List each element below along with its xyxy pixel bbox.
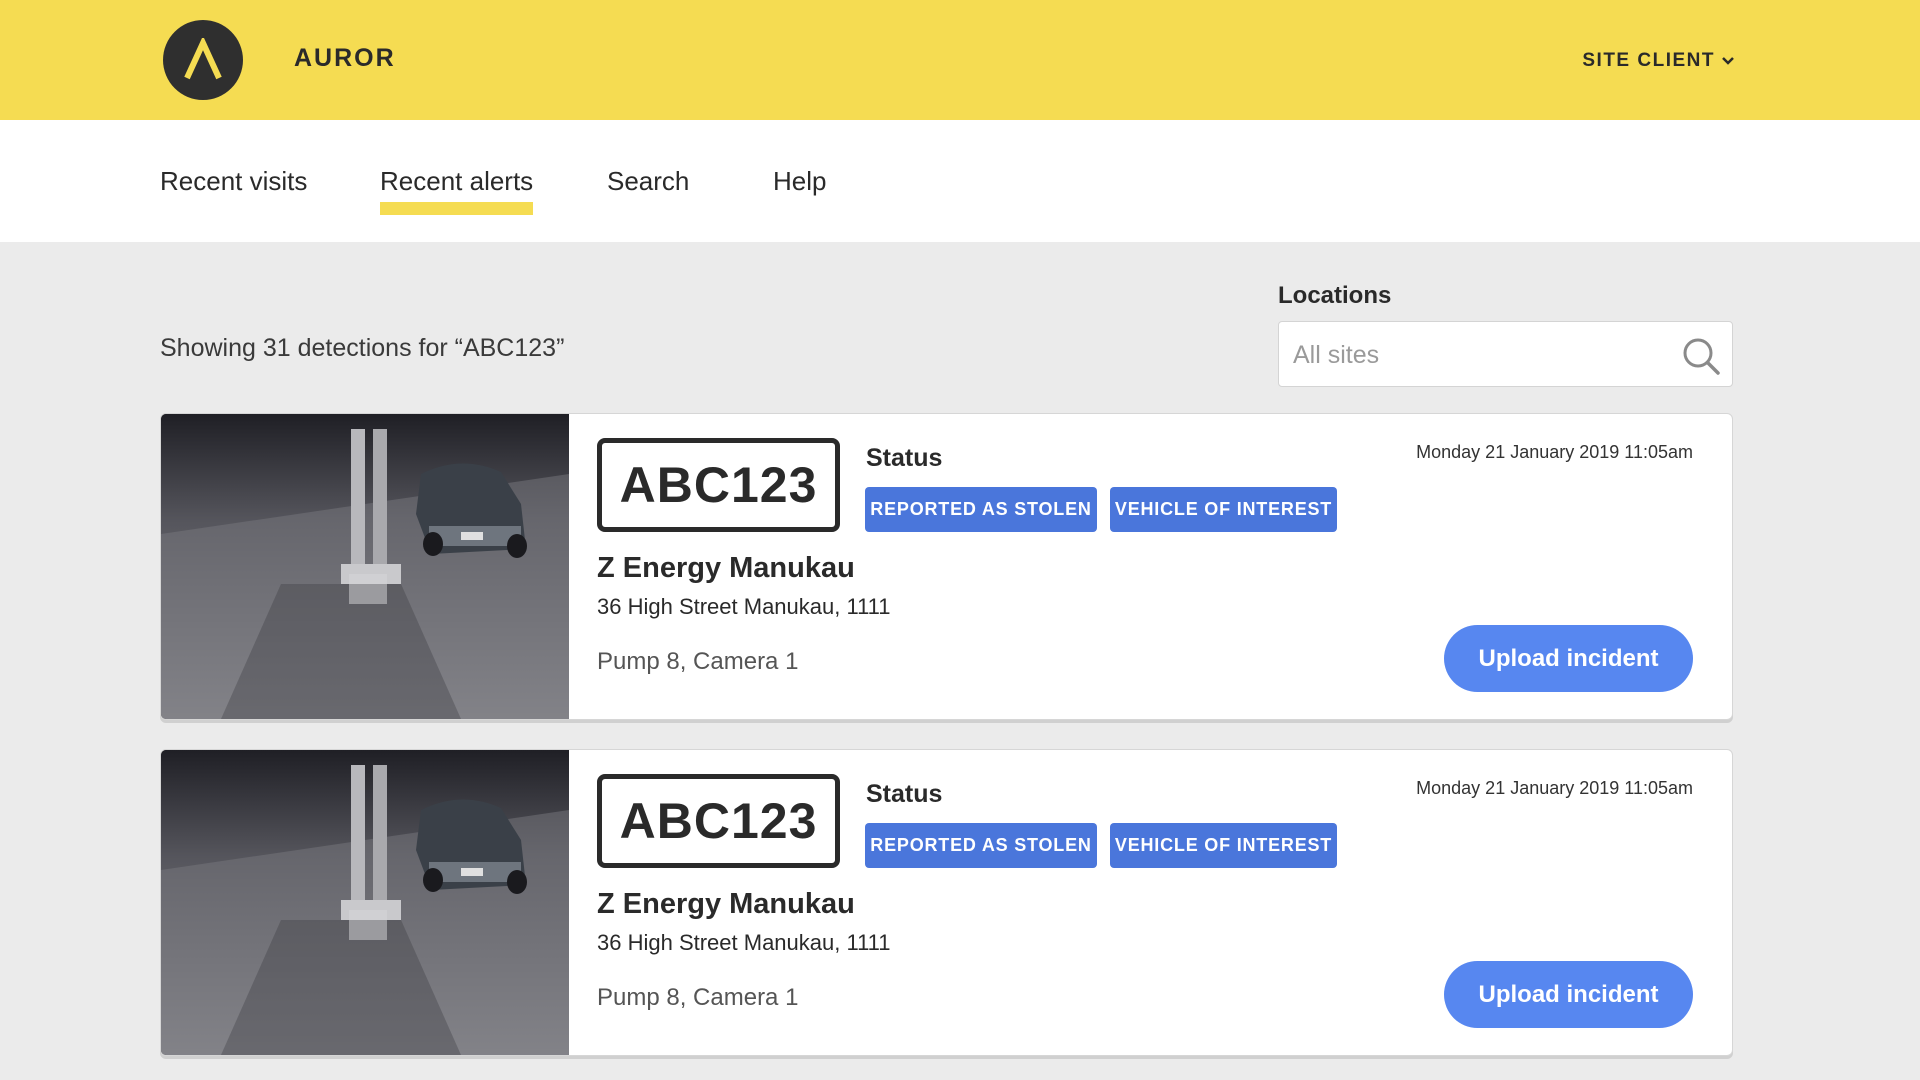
license-plate: ABC123 bbox=[597, 774, 840, 868]
main-nav: Recent visits Recent alerts Search Help bbox=[0, 120, 1920, 242]
account-menu-label: SITE CLIENT bbox=[1582, 50, 1715, 71]
locations-label: Locations bbox=[1278, 282, 1392, 309]
nav-recent-visits[interactable]: Recent visits bbox=[160, 166, 307, 197]
camera-snapshot[interactable] bbox=[161, 750, 569, 1055]
status-badge-interest: VEHICLE OF INTEREST bbox=[1110, 487, 1337, 532]
camera-snapshot[interactable] bbox=[161, 414, 569, 719]
nav-search[interactable]: Search bbox=[607, 166, 689, 197]
nav-help[interactable]: Help bbox=[773, 166, 826, 197]
detection-timestamp: Monday 21 January 2019 11:05am bbox=[1416, 442, 1693, 462]
top-header: AUROR SITE CLIENT bbox=[0, 0, 1920, 120]
locations-input[interactable] bbox=[1291, 322, 1675, 388]
site-name: Z Energy Manukau bbox=[597, 552, 855, 584]
account-menu[interactable]: SITE CLIENT bbox=[1582, 50, 1735, 72]
site-address: 36 High Street Manukau, 1111 bbox=[597, 594, 891, 619]
search-icon[interactable] bbox=[1680, 335, 1722, 377]
detection-card[interactable]: ABC123 Status REPORTED AS STOLEN VEHICLE… bbox=[160, 749, 1733, 1056]
chevron-down-icon bbox=[1722, 57, 1734, 65]
locations-search bbox=[1278, 321, 1733, 388]
detection-card[interactable]: ABC123 Status REPORTED AS STOLEN VEHICLE… bbox=[160, 413, 1733, 720]
nav-recent-alerts[interactable]: Recent alerts bbox=[380, 166, 534, 215]
status-label: Status bbox=[866, 444, 943, 472]
license-plate: ABC123 bbox=[597, 438, 840, 532]
site-address: 36 High Street Manukau, 1111 bbox=[597, 930, 891, 955]
results-summary: Showing 31 detections for “ABC123” bbox=[160, 334, 565, 362]
camera-location: Pump 8, Camera 1 bbox=[597, 648, 799, 675]
status-badge-stolen: REPORTED AS STOLEN bbox=[865, 823, 1097, 868]
auror-logo-icon[interactable] bbox=[163, 20, 243, 100]
site-name: Z Energy Manukau bbox=[597, 888, 855, 920]
brand-name: AUROR bbox=[294, 44, 396, 72]
camera-location: Pump 8, Camera 1 bbox=[597, 984, 799, 1011]
upload-incident-button[interactable]: Upload incident bbox=[1444, 625, 1693, 692]
upload-incident-button[interactable]: Upload incident bbox=[1444, 961, 1693, 1028]
detection-timestamp: Monday 21 January 2019 11:05am bbox=[1416, 778, 1693, 798]
status-badge-stolen: REPORTED AS STOLEN bbox=[865, 487, 1097, 532]
status-label: Status bbox=[866, 780, 943, 808]
status-badge-interest: VEHICLE OF INTEREST bbox=[1110, 823, 1337, 868]
